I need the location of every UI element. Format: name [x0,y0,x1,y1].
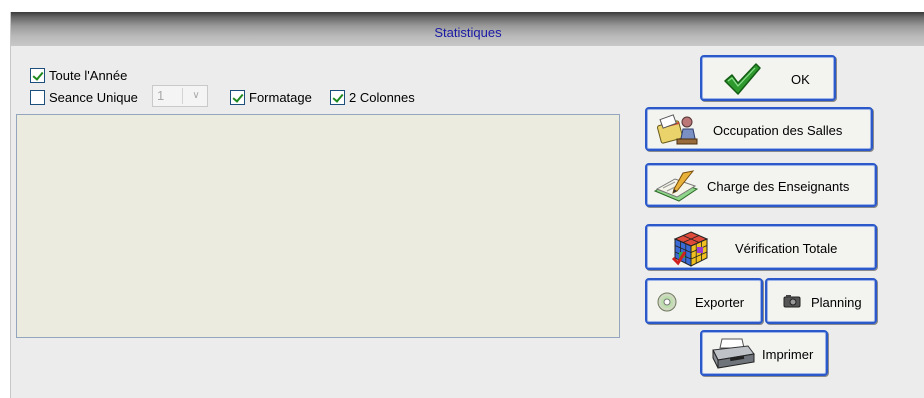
rubiks-cube-icon [671,230,711,268]
seance-select-value: 1 [157,88,183,104]
statistics-output-area[interactable] [16,114,620,338]
seance-unique-checkbox[interactable]: Seance Unique [30,88,138,106]
imprimer-button[interactable]: Imprimer [700,330,828,376]
chevron-down-icon[interactable]: ∨ [188,88,204,104]
exporter-button[interactable]: Exporter [645,278,763,324]
formatage-label: Formatage [249,89,312,105]
window-title: Statistiques [434,25,502,40]
occupation-salles-button[interactable]: Occupation des Salles [645,107,873,151]
deux-colonnes-checkbox[interactable]: 2 Colonnes [330,88,415,106]
exporter-label: Exporter [695,295,745,310]
deux-colonnes-check-box[interactable] [330,89,345,105]
seance-select[interactable]: 1 ∨ [152,85,208,107]
teacher-book-icon [653,169,699,203]
formatage-checkbox[interactable]: Formatage [230,88,312,106]
title-bar[interactable]: Statistiques [11,12,924,46]
seance-unique-check-box[interactable] [30,89,45,105]
toute-annee-label: Toute l'Année [49,67,128,83]
imprimer-label: Imprimer [762,347,814,362]
planning-label: Planning [811,295,862,310]
deux-colonnes-label: 2 Colonnes [349,89,415,105]
verification-totale-label: Vérification Totale [735,241,838,256]
cd-disc-icon [657,292,677,312]
toute-annee-check-box[interactable] [30,67,45,83]
charge-enseignants-label: Charge des Enseignants [707,179,850,194]
verification-totale-button[interactable]: Vérification Totale [645,224,877,270]
charge-enseignants-button[interactable]: Charge des Enseignants [645,163,877,207]
toute-annee-checkbox[interactable]: Toute l'Année [30,66,127,84]
checkmark-icon [722,61,762,97]
planning-button[interactable]: Planning [765,278,877,324]
camera-icon [783,294,801,308]
seance-unique-label: Seance Unique [49,89,138,105]
formatage-check-box[interactable] [230,89,245,105]
occupation-salles-label: Occupation des Salles [713,123,843,138]
classroom-icon [655,113,699,147]
ok-button-label: OK [791,72,810,87]
ok-button[interactable]: OK [700,55,836,101]
printer-icon [710,336,756,372]
